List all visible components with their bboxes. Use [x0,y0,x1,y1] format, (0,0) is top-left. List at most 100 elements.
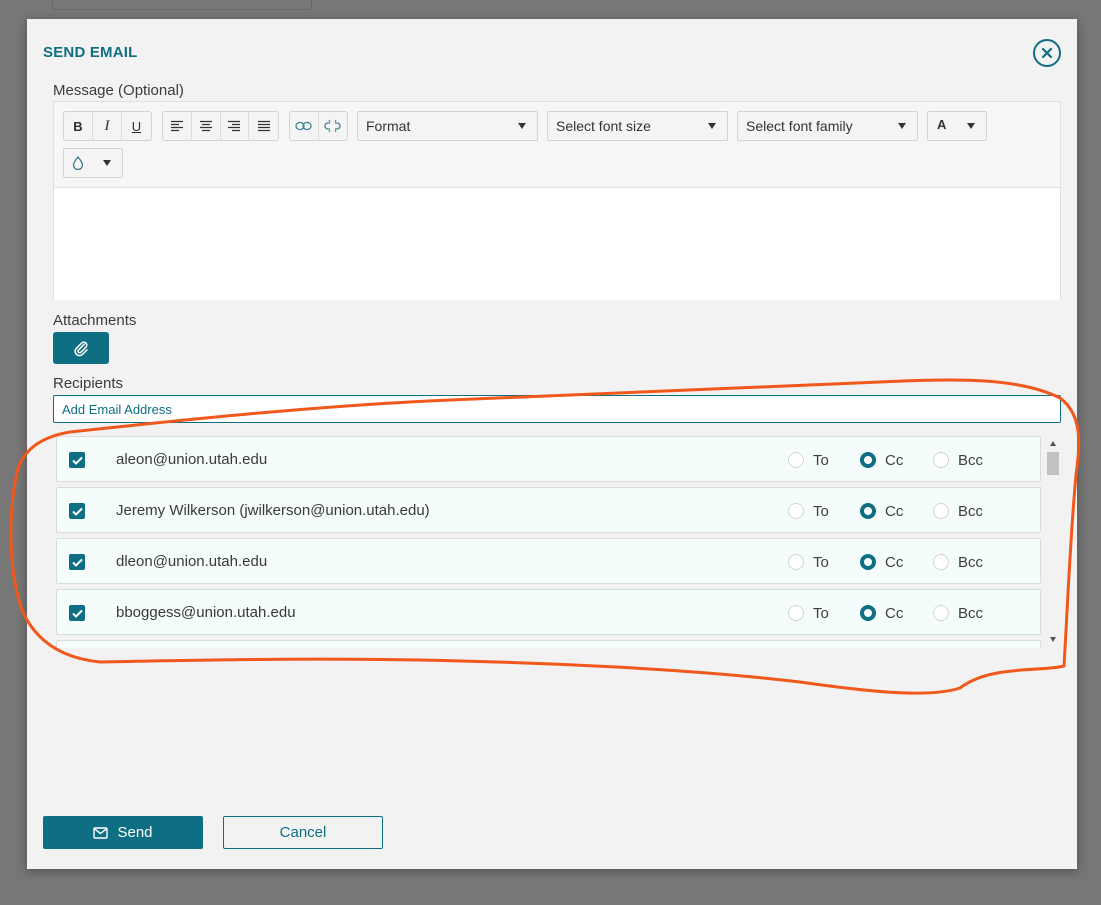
editor-toolbar: B I U Format Select font size Select fon… [54,102,1060,187]
recipients-label: Recipients [53,375,124,392]
chevron-down-icon [967,123,975,129]
to-radio[interactable] [788,503,804,519]
font-color-picker[interactable]: A [927,111,987,141]
recipient-checkbox[interactable] [69,605,85,621]
cc-radio[interactable] [860,452,876,468]
recipient-name: dleon@union.utah.edu [116,553,268,570]
to-label: To [813,452,829,469]
to-label: To [813,605,829,622]
close-button[interactable] [1033,39,1061,67]
to-radio[interactable] [788,554,804,570]
recipient-checkbox[interactable] [69,452,85,468]
italic-icon: I [104,117,110,134]
align-group [162,111,279,141]
droplet-icon [72,156,84,170]
bcc-label: Bcc [958,452,984,469]
align-center-icon [199,120,212,132]
recipient-row-partial [56,640,1041,648]
scroll-thumb[interactable] [1047,452,1059,475]
cc-label: Cc [885,605,904,622]
message-label: Message (Optional) [53,82,184,99]
checkmark-icon [71,507,83,516]
cc-radio[interactable] [860,605,876,621]
recipient-row: Jeremy Wilkerson (jwilkerson@union.utah.… [56,487,1041,533]
bcc-radio[interactable] [933,503,949,519]
message-body[interactable] [54,187,1060,300]
recipient-checkbox[interactable] [69,554,85,570]
recipient-name: Jeremy Wilkerson (jwilkerson@union.utah.… [116,502,430,519]
link-button[interactable] [290,112,319,140]
align-left-icon [170,120,183,132]
underline-button[interactable]: U [122,112,151,140]
link-group [289,111,348,141]
recipient-row: aleon@union.utah.edu To Cc Bcc [56,436,1041,482]
chevron-down-icon [898,123,906,129]
envelope-icon [93,826,109,839]
unlink-icon [324,119,341,133]
align-right-icon [228,120,241,132]
format-select-value: Format [366,118,411,134]
bcc-label: Bcc [958,554,984,571]
font-size-select-value: Select font size [556,118,651,134]
align-left-button[interactable] [163,112,192,140]
send-label: Send [117,824,153,841]
align-center-button[interactable] [192,112,221,140]
scroll-down-icon[interactable] [1050,637,1056,642]
font-family-select-value: Select font family [746,118,853,134]
background-field [52,0,312,10]
align-justify-icon [257,120,270,132]
recipient-name: aleon@union.utah.edu [116,451,268,468]
checkmark-icon [71,558,83,567]
recipient-checkbox[interactable] [69,503,85,519]
add-attachment-button[interactable] [53,332,109,364]
recipient-list-scrollbar[interactable] [1046,437,1060,647]
send-button[interactable]: Send [43,816,203,849]
recipient-row: dleon@union.utah.edu To Cc Bcc [56,538,1041,584]
cancel-button[interactable]: Cancel [223,816,383,849]
cc-radio[interactable] [860,503,876,519]
checkmark-icon [71,456,83,465]
text-style-group: B I U [63,111,152,141]
recipient-name: bboggess@union.utah.edu [116,604,296,621]
background-color-picker[interactable] [63,148,123,178]
to-label: To [813,554,829,571]
dialog-title: SEND EMAIL [43,44,138,61]
format-select[interactable]: Format [357,111,538,141]
align-justify-button[interactable] [249,112,278,140]
bold-icon: B [73,118,83,134]
add-email-input[interactable] [53,395,1061,423]
italic-button[interactable]: I [93,112,122,140]
align-right-button[interactable] [221,112,250,140]
cc-label: Cc [885,452,904,469]
send-email-dialog: SEND EMAIL Message (Optional) B I U Form… [27,19,1077,869]
font-size-select[interactable]: Select font size [547,111,728,141]
bcc-radio[interactable] [933,605,949,621]
recipient-list: aleon@union.utah.edu To Cc Bcc Jeremy Wi… [53,434,1061,648]
scroll-up-icon[interactable] [1050,441,1056,446]
close-circle-icon [1041,47,1053,59]
bold-button[interactable]: B [64,112,93,140]
font-family-select[interactable]: Select font family [737,111,918,141]
link-icon [295,121,312,131]
bcc-label: Bcc [958,605,984,622]
rich-text-editor: B I U Format Select font size Select fon… [53,101,1061,300]
attachments-label: Attachments [53,312,137,329]
recipient-row: bboggess@union.utah.edu To Cc Bcc [56,589,1041,635]
chevron-down-icon [518,123,526,129]
to-label: To [813,503,829,520]
bcc-label: Bcc [958,503,984,520]
paperclip-icon [74,341,88,357]
bcc-radio[interactable] [933,452,949,468]
cc-label: Cc [885,503,904,520]
to-radio[interactable] [788,605,804,621]
cancel-label: Cancel [279,824,327,841]
checkmark-icon [71,609,83,618]
font-color-icon: A [937,117,947,132]
chevron-down-icon [708,123,716,129]
chevron-down-icon [103,160,111,166]
unlink-button[interactable] [319,112,347,140]
cc-radio[interactable] [860,554,876,570]
cc-label: Cc [885,554,904,571]
bcc-radio[interactable] [933,554,949,570]
to-radio[interactable] [788,452,804,468]
